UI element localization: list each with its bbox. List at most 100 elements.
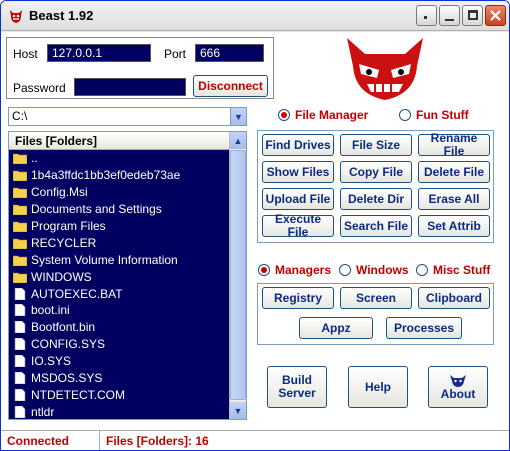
radio-selected-icon xyxy=(278,109,290,121)
about-button[interactable]: About xyxy=(428,366,488,408)
help-title-button[interactable] xyxy=(416,5,437,26)
screen-button[interactable]: Screen xyxy=(340,287,412,309)
file-name: RECYCLER xyxy=(31,235,97,250)
file-row[interactable]: ntldr xyxy=(9,403,230,419)
file-row[interactable]: 1b4a3ffdc1bb3ef0edeb73ae xyxy=(9,167,230,184)
file-list-scrollbar[interactable]: ▲ ▼ xyxy=(229,132,246,419)
erase-all-button[interactable]: Erase All xyxy=(418,188,490,210)
file-name: Program Files xyxy=(31,219,106,233)
radio-empty-icon xyxy=(416,264,428,276)
files-column-header[interactable]: Files [Folders] xyxy=(9,132,230,150)
port-input[interactable]: 666 xyxy=(195,44,264,62)
rename-file-button[interactable]: Rename File xyxy=(418,132,490,158)
file-browser[interactable]: Files [Folders] .. 1b4a3ffdc1bb3ef0edeb73… xyxy=(8,131,247,420)
copy-file-button[interactable]: Copy File xyxy=(340,161,412,183)
radio-file-manager[interactable]: File Manager xyxy=(278,108,368,122)
file-name: .. xyxy=(31,151,38,166)
title-bar[interactable]: Beast 1.92 xyxy=(1,1,509,31)
registry-button[interactable]: Registry xyxy=(262,287,334,309)
close-icon xyxy=(490,10,501,21)
help-dot-icon xyxy=(424,16,427,19)
delete-dir-button[interactable]: Delete Dir xyxy=(340,188,412,210)
folder-icon xyxy=(13,154,27,165)
radio-windows-label: Windows xyxy=(356,263,409,277)
file-icon xyxy=(14,287,26,300)
host-label: Host xyxy=(13,47,38,61)
file-row[interactable]: .. xyxy=(9,150,230,167)
processes-button[interactable]: Processes xyxy=(386,317,462,339)
folder-icon xyxy=(13,272,27,283)
scroll-up-icon[interactable]: ▲ xyxy=(230,132,246,149)
chevron-down-icon[interactable]: ▼ xyxy=(230,108,246,125)
file-name: AUTOEXEC.BAT xyxy=(31,286,123,301)
file-count-status: Files [Folders]: 16 xyxy=(106,434,209,448)
disconnect-button[interactable]: Disconnect xyxy=(193,75,268,97)
file-size-button[interactable]: File Size xyxy=(340,134,412,156)
maximize-button[interactable] xyxy=(462,5,483,26)
devil-icon xyxy=(450,374,466,387)
file-row[interactable]: Program Files xyxy=(9,218,230,235)
appz-button[interactable]: Appz xyxy=(299,317,373,339)
search-file-button[interactable]: Search File xyxy=(340,215,412,237)
file-name: MSDOS.SYS xyxy=(31,371,103,386)
file-row[interactable]: WINDOWS xyxy=(9,268,230,285)
delete-file-button[interactable]: Delete File xyxy=(418,161,490,183)
file-row[interactable]: RECYCLER xyxy=(9,234,230,251)
find-drives-button[interactable]: Find Drives xyxy=(262,134,334,156)
beast-app-icon xyxy=(10,10,22,23)
folder-icon xyxy=(13,187,27,199)
radio-fun-stuff[interactable]: Fun Stuff xyxy=(399,108,469,122)
folder-icon xyxy=(13,171,27,182)
radio-selected-icon xyxy=(258,264,270,276)
scroll-thumb[interactable] xyxy=(230,150,246,400)
file-row[interactable]: CONFIG.SYS xyxy=(9,336,230,353)
minimize-icon xyxy=(445,19,454,21)
minimize-button[interactable] xyxy=(439,5,460,26)
password-input[interactable] xyxy=(74,78,186,96)
file-list[interactable]: .. 1b4a3ffdc1bb3ef0edeb73ae Config.Msi Docu… xyxy=(9,150,230,419)
file-row[interactable]: Config.Msi xyxy=(9,184,230,201)
about-label: About xyxy=(440,386,476,401)
radio-managers[interactable]: Managers xyxy=(258,263,331,277)
file-row[interactable]: System Volume Information xyxy=(9,251,230,268)
file-name: boot.ini xyxy=(31,303,70,318)
file-name: Bootfont.bin xyxy=(31,320,96,335)
upload-file-button[interactable]: Upload File xyxy=(262,188,334,210)
execute-file-button[interactable]: Execute File xyxy=(262,213,334,239)
file-name: Documents and Settings xyxy=(31,202,162,217)
file-row[interactable]: Bootfont.bin xyxy=(9,319,230,336)
help-button[interactable]: Help xyxy=(348,366,408,408)
file-row[interactable]: boot.ini xyxy=(9,302,230,319)
file-row[interactable]: Documents and Settings xyxy=(9,201,230,218)
radio-misc-stuff[interactable]: Misc Stuff xyxy=(416,263,490,277)
folder-icon xyxy=(13,255,27,266)
path-dropdown[interactable]: C:\ ▼ xyxy=(8,107,247,126)
folder-icon xyxy=(13,238,27,249)
file-name: CONFIG.SYS xyxy=(31,337,106,352)
file-name: IO.SYS xyxy=(31,354,72,369)
host-input[interactable]: 127.0.0.1 xyxy=(47,44,151,62)
file-row[interactable]: MSDOS.SYS xyxy=(9,370,230,387)
file-icon xyxy=(14,372,26,385)
client-area: Host 127.0.0.1 Port 666 Password Disconn… xyxy=(1,32,509,450)
show-files-button[interactable]: Show Files xyxy=(262,161,334,183)
build-server-button[interactable]: Build Server xyxy=(267,366,327,408)
folder-icon xyxy=(13,221,27,232)
file-row[interactable]: IO.SYS xyxy=(9,353,230,370)
scroll-down-icon[interactable]: ▼ xyxy=(230,402,246,419)
file-name: NTDETECT.COM xyxy=(31,387,125,402)
connection-panel: Host 127.0.0.1 Port 666 Password Disconn… xyxy=(6,37,274,99)
file-icon xyxy=(14,304,26,317)
close-button[interactable] xyxy=(485,5,506,26)
clipboard-button[interactable]: Clipboard xyxy=(418,287,490,309)
file-row[interactable]: NTDETECT.COM xyxy=(9,386,230,403)
port-label: Port xyxy=(164,47,187,61)
password-label: Password xyxy=(13,81,66,95)
set-attrib-button[interactable]: Set Attrib xyxy=(418,215,490,237)
file-name: System Volume Information xyxy=(31,252,178,267)
connection-status: Connected xyxy=(7,434,70,448)
radio-windows[interactable]: Windows xyxy=(339,263,409,277)
radio-file-manager-label: File Manager xyxy=(295,108,369,122)
file-row[interactable]: AUTOEXEC.BAT xyxy=(9,285,230,302)
file-name: 1b4a3ffdc1bb3ef0edeb73ae xyxy=(31,168,181,183)
